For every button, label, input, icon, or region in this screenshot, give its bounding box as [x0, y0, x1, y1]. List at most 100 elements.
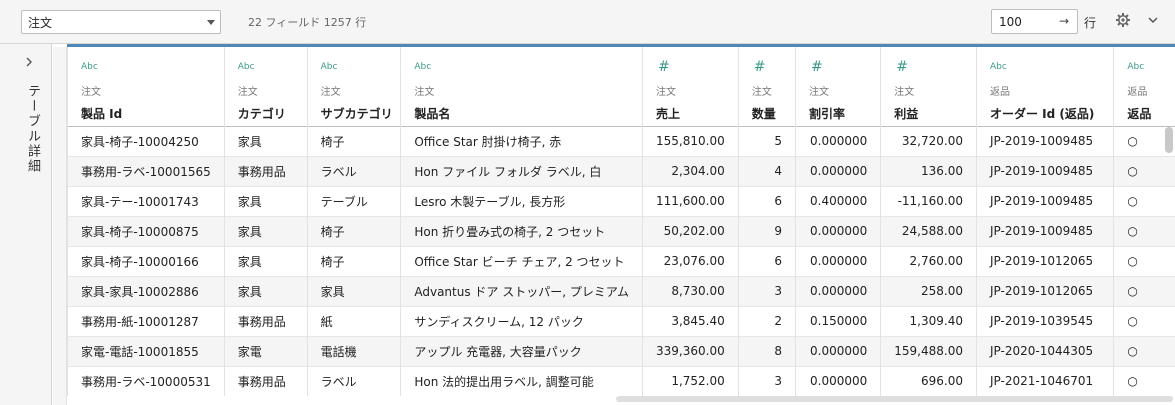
table-row[interactable]: 家具-テー-10001743 家具 テーブル Lesro 木製テーブル, 長方形 111… — [67, 185, 1175, 216]
column-field-name: 数量 — [751, 107, 776, 121]
table-cell: 3,845.40 — [642, 305, 739, 336]
number-type-icon[interactable]: # — [658, 60, 670, 74]
number-type-icon[interactable]: # — [896, 60, 908, 74]
table-cell: 339,360.00 — [642, 335, 739, 366]
table-row[interactable]: 事務用-紙-10001287 事務用品紙サンディスクリーム, 12 パック 3,84… — [67, 305, 1175, 336]
table-cell: 家電 — [223, 335, 308, 366]
row-count-input[interactable]: 100 → — [991, 9, 1078, 34]
field-row-count: 22 フィールド 1257 行 — [248, 16, 367, 29]
column-field-name: カテゴリ — [237, 107, 286, 121]
table-cell: 0.000000 — [795, 335, 881, 366]
table-cell: 5 — [737, 125, 796, 156]
table-row[interactable]: 家具-椅子-10000875 家具 椅子 Hon 折り畳み式の椅子, 2 つセット 50… — [67, 215, 1175, 246]
arrow-right-icon[interactable]: → — [1059, 14, 1069, 28]
table-cell: 23,076.00 — [642, 245, 739, 276]
rows-label: 行 — [1084, 16, 1097, 30]
vertical-scrollbar[interactable] — [1165, 127, 1173, 153]
column-header[interactable]: # 注文 数量 — [737, 47, 796, 126]
table-cell: ○ — [1113, 335, 1175, 366]
table-cell: 家具-椅子-10000166 — [67, 245, 225, 276]
table-cell: Office Star ビーチ チェア, 2 つセット — [400, 245, 643, 276]
row-header-gutter — [53, 47, 67, 405]
column-field-name: 割引率 — [809, 107, 846, 121]
table-row[interactable]: 事務用-ラベ-10000531 事務用品 ラベル Hon 法的提出用ラベル, 調整可能… — [67, 365, 1175, 396]
table-cell: 155,810.00 — [642, 125, 739, 156]
table-cell: ラベル — [306, 365, 401, 396]
column-table-name: 注文 — [894, 87, 915, 98]
table-cell: テーブル — [306, 185, 401, 216]
number-type-icon[interactable]: # — [754, 60, 766, 74]
column-header[interactable]: Abc 返品 オーダー Id (返品) — [975, 47, 1114, 126]
column-header[interactable]: Abc 注文 製品名 — [400, 47, 643, 126]
table-cell: 9 — [737, 215, 796, 246]
string-type-icon[interactable]: Abc — [321, 62, 338, 72]
column-table-name: 返品 — [989, 87, 1010, 98]
table-cell: ○ — [1113, 275, 1175, 306]
table-cell: 電話機 — [306, 335, 401, 366]
table-cell: 家具 — [223, 185, 308, 216]
table-cell: JP-2019-1039545 — [975, 305, 1114, 336]
table-cell: JP-2019-1012065 — [975, 275, 1114, 306]
table-cell: 紙 — [306, 305, 401, 336]
column-header[interactable]: # 注文 売上 — [642, 47, 739, 126]
column-table-name: 注文 — [237, 87, 258, 98]
table-details-title: テーブル詳細 — [25, 84, 40, 174]
column-header[interactable]: Abc 注文 サブカテゴリ — [306, 47, 401, 126]
column-header[interactable]: Abc 注文 製品 Id — [67, 47, 225, 126]
table-cell: 事務用品 — [223, 155, 308, 186]
table-cell: ○ — [1113, 365, 1175, 396]
table-details-panel[interactable]: テーブル詳細 — [0, 44, 52, 405]
chevron-down-icon — [207, 20, 215, 25]
header-row: Abc 注文 製品 Id Abc 注文 カテゴリ Abc 注文 サブカテゴリ Abc 注文 製品名 # 注… — [67, 47, 1175, 126]
string-type-icon[interactable]: Abc — [990, 62, 1007, 72]
table-cell: 家具 — [223, 125, 308, 156]
table-cell: 家具 — [306, 275, 401, 306]
gear-icon[interactable] — [1115, 12, 1131, 28]
table-row[interactable]: 家電-電話-10001855 家電 電話機 アップル 充電器, 大容量パック 339,3… — [67, 335, 1175, 366]
table-row[interactable]: 事務用-ラベ-10001565 事務用品 ラベル Hon ファイル フォルダ ラベル,… — [67, 155, 1175, 186]
table-row[interactable]: 家具-椅子-10000166 家具 椅子 Office Star ビーチ チェア, 2… — [67, 245, 1175, 276]
datasource-label: 注文 — [28, 15, 53, 30]
column-header[interactable]: # 注文 割引率 — [795, 47, 881, 126]
string-type-icon[interactable]: Abc — [414, 62, 431, 72]
table-cell: 家具 — [223, 215, 308, 246]
chevron-right-icon[interactable] — [24, 56, 34, 68]
table-cell: 1,309.40 — [880, 305, 977, 336]
datasource-select[interactable]: 注文 — [21, 10, 221, 34]
table-cell: 136.00 — [880, 155, 977, 186]
number-type-icon[interactable]: # — [811, 60, 823, 74]
table-row[interactable]: 家具-椅子-10004250 家具 椅子 Office Star 肘掛け椅子, 赤 15… — [67, 125, 1175, 156]
string-type-icon[interactable]: Abc — [1127, 62, 1144, 72]
table-cell: 2 — [737, 305, 796, 336]
table-cell: 家具-テー-10001743 — [67, 185, 225, 216]
table-cell: 0.000000 — [795, 245, 881, 276]
table-cell: 0.000000 — [795, 155, 881, 186]
table-body: 家具-椅子-10004250 家具 椅子 Office Star 肘掛け椅子, 赤 15… — [67, 125, 1175, 396]
column-field-name: 売上 — [656, 107, 681, 121]
column-header[interactable]: Abc 注文カテゴリ — [223, 47, 308, 126]
chevron-down-icon[interactable] — [1146, 13, 1160, 27]
table-cell: 事務用-紙-10001287 — [67, 305, 225, 336]
table-cell: サンディスクリーム, 12 パック — [400, 305, 643, 336]
table-row[interactable]: 家具-家具-10002886 家具 家具 Advantus ドア ストッパー, プレミ… — [67, 275, 1175, 306]
table-cell: 家具-椅子-10000875 — [67, 215, 225, 246]
column-header[interactable]: Abc 返品 返品 — [1113, 47, 1175, 126]
table-cell: 家具 — [223, 245, 308, 276]
row-count-value: 100 — [999, 15, 1022, 29]
column-field-name: 製品 Id — [81, 107, 123, 121]
string-type-icon[interactable]: Abc — [238, 62, 255, 72]
table-cell: 0.000000 — [795, 275, 881, 306]
table-cell: 家具-椅子-10004250 — [67, 125, 225, 156]
string-type-icon[interactable]: Abc — [81, 62, 98, 72]
horizontal-scrollbar[interactable] — [616, 396, 1173, 402]
table-cell: 事務用-ラベ-10000531 — [67, 365, 225, 396]
column-header[interactable]: # 注文 利益 — [880, 47, 977, 126]
table-cell: 4 — [737, 155, 796, 186]
table-cell: 8,730.00 — [642, 275, 739, 306]
table-cell: 家電-電話-10001855 — [67, 335, 225, 366]
table-cell: Office Star 肘掛け椅子, 赤 — [400, 125, 643, 156]
table-cell: JP-2019-1009485 — [975, 185, 1114, 216]
table-cell: JP-2019-1012065 — [975, 245, 1114, 276]
table-cell: Advantus ドア ストッパー, プレミアム — [400, 275, 643, 306]
table-cell: 159,488.00 — [880, 335, 977, 366]
